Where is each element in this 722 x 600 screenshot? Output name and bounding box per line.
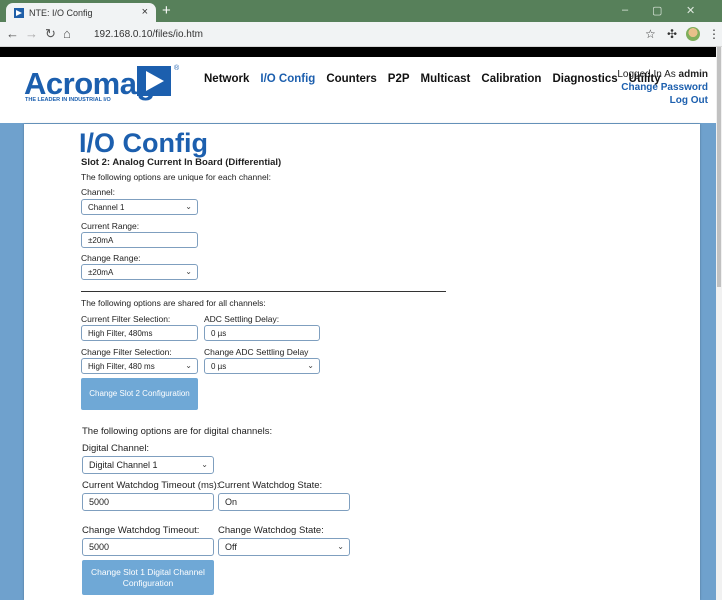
digital-channel-select[interactable]: Digital Channel 1 ⌄	[82, 456, 214, 474]
change-range-label: Change Range:	[81, 253, 141, 263]
main-nav: Network I/O Config Counters P2P Multicas…	[204, 73, 661, 85]
current-filter-label: Current Filter Selection:	[81, 314, 171, 324]
nav-p2p[interactable]: P2P	[388, 73, 410, 85]
chevron-down-icon: ⌄	[201, 460, 208, 469]
browser-tab-bar: NTE: I/O Config × + – ▢ ✕	[0, 0, 722, 22]
acromag-logo[interactable]: Acromag ® THE LEADER IN INDUSTRIAL I/O	[24, 65, 184, 106]
digital-note: The following options are for digital ch…	[82, 426, 273, 437]
chevron-down-icon: ⌄	[337, 542, 344, 551]
nav-calibration[interactable]: Calibration	[481, 73, 541, 85]
nav-network[interactable]: Network	[204, 73, 249, 85]
channel-select[interactable]: Channel 1 ⌄	[81, 199, 198, 215]
logged-in-line: Logged In As admin	[617, 68, 708, 81]
adc-delay-field[interactable]: 0 µs	[204, 325, 320, 341]
change-wd-timeout-label: Change Watchdog Timeout:	[82, 525, 200, 536]
change-filter-label: Change Filter Selection:	[81, 347, 172, 357]
browser-tab[interactable]: NTE: I/O Config ×	[6, 3, 156, 22]
change-adc-label: Change ADC Settling Delay	[204, 347, 309, 357]
address-bar[interactable]: 192.168.0.10/files/io.htm	[82, 25, 642, 44]
current-range-label: Current Range:	[81, 221, 140, 231]
current-wd-state-label: Current Watchdog State:	[218, 480, 323, 491]
current-wd-state-field[interactable]: On	[218, 493, 350, 511]
io-config-panel: I/O Config Slot 2: Analog Current In Boa…	[24, 124, 700, 600]
logo-registered-mark: ®	[174, 65, 180, 72]
current-wd-timeout-value: 5000	[89, 497, 110, 507]
change-wd-timeout-field[interactable]: 5000	[82, 538, 214, 556]
chevron-down-icon: ⌄	[185, 361, 192, 370]
shared-note: The following options are shared for all…	[81, 298, 266, 308]
browser-toolbar: ← → ↻ ⌂ 192.168.0.10/files/io.htm ☆ ✣ ⋮	[0, 22, 722, 47]
logo-arrow-icon	[137, 66, 171, 96]
acromag-favicon-icon	[14, 7, 24, 18]
current-range-field[interactable]: ±20mA	[81, 232, 198, 248]
current-wd-state-value: On	[225, 497, 238, 507]
current-wd-timeout-field[interactable]: 5000	[82, 493, 214, 511]
change-range-value: ±20mA	[88, 267, 114, 277]
extensions-puzzle-icon[interactable]: ✣	[667, 27, 677, 41]
channel-select-value: Channel 1	[88, 202, 125, 212]
page-title: I/O Config	[79, 128, 208, 158]
new-tab-button[interactable]: +	[162, 2, 171, 19]
adc-delay-value: 0 µs	[211, 328, 227, 338]
minimize-button[interactable]: –	[622, 4, 628, 16]
profile-avatar[interactable]	[686, 27, 700, 41]
logout-link[interactable]: Log Out	[617, 94, 708, 107]
vertical-scrollbar[interactable]	[716, 47, 722, 600]
change-wd-state-label: Change Watchdog State:	[218, 525, 324, 536]
user-box: Logged In As admin Change Password Log O…	[617, 68, 708, 107]
chevron-down-icon: ⌄	[185, 202, 192, 211]
tab-close-icon[interactable]: ×	[142, 6, 148, 18]
current-filter-value: High Filter, 480ms	[88, 328, 153, 338]
tab-title: NTE: I/O Config	[29, 7, 93, 18]
nav-counters[interactable]: Counters	[326, 73, 376, 85]
change-wd-state-select[interactable]: Off ⌄	[218, 538, 350, 556]
adc-delay-label: ADC Settling Delay:	[204, 314, 280, 324]
change-adc-select[interactable]: 0 µs ⌄	[204, 358, 320, 374]
logged-in-prefix: Logged In As	[617, 69, 676, 80]
page-header: Acromag ® THE LEADER IN INDUSTRIAL I/O N…	[0, 57, 716, 123]
change-filter-select[interactable]: High Filter, 480 ms ⌄	[81, 358, 198, 374]
chevron-down-icon: ⌄	[185, 267, 192, 276]
slot-heading: Slot 2: Analog Current In Board (Differe…	[81, 157, 282, 168]
change-wd-state-value: Off	[225, 542, 237, 552]
nav-diagnostics[interactable]: Diagnostics	[552, 73, 617, 85]
top-black-bar	[0, 47, 716, 57]
bookmark-star-icon[interactable]: ☆	[645, 27, 656, 41]
scrollbar-thumb[interactable]	[717, 47, 721, 287]
forward-arrow-icon[interactable]: →	[25, 26, 38, 41]
maximize-button[interactable]: ▢	[652, 4, 662, 17]
change-filter-value: High Filter, 480 ms	[88, 361, 155, 371]
change-password-link[interactable]: Change Password	[617, 81, 708, 94]
change-slot1-digital-button[interactable]: Change Slot 1 Digital Channel Configurat…	[82, 560, 214, 595]
change-adc-value: 0 µs	[211, 361, 227, 371]
nav-multicast[interactable]: Multicast	[421, 73, 471, 85]
back-arrow-icon[interactable]: ←	[6, 26, 19, 41]
unique-note: The following options are unique for eac…	[81, 172, 271, 182]
username: admin	[678, 69, 708, 80]
change-range-select[interactable]: ±20mA ⌄	[81, 264, 198, 280]
close-window-button[interactable]: ✕	[686, 4, 695, 17]
change-slot2-button[interactable]: Change Slot 2 Configuration	[81, 378, 198, 410]
url-text: 192.168.0.10/files/io.htm	[94, 29, 203, 40]
change-wd-timeout-value: 5000	[89, 542, 110, 552]
current-range-value: ±20mA	[88, 235, 114, 245]
section-divider	[81, 291, 446, 292]
chevron-down-icon: ⌄	[307, 361, 314, 370]
current-wd-timeout-label: Current Watchdog Timeout (ms):	[82, 480, 220, 491]
reload-icon[interactable]: ↻	[45, 26, 56, 42]
digital-channel-label: Digital Channel:	[82, 443, 150, 454]
channel-label: Channel:	[81, 187, 116, 197]
logo-tagline: THE LEADER IN INDUSTRIAL I/O	[25, 97, 111, 103]
nav-io-config[interactable]: I/O Config	[260, 73, 315, 85]
current-filter-field[interactable]: High Filter, 480ms	[81, 325, 198, 341]
digital-channel-value: Digital Channel 1	[89, 460, 158, 470]
home-icon[interactable]: ⌂	[63, 26, 71, 41]
menu-kebab-icon[interactable]: ⋮	[708, 27, 720, 41]
